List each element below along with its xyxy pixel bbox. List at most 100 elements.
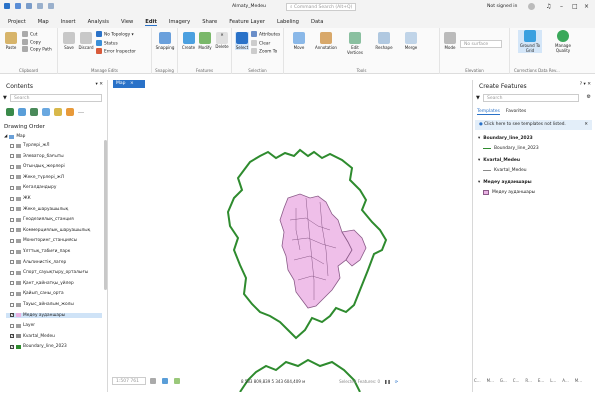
manage-quality-button[interactable]: Manage Quality — [550, 30, 576, 53]
move-tool[interactable]: Move — [290, 32, 308, 50]
modify-button[interactable]: Modify — [197, 32, 213, 50]
map-canvas[interactable] — [110, 80, 470, 393]
layer-visibility-checkbox[interactable] — [10, 185, 14, 190]
cut-button[interactable]: Cut — [22, 31, 52, 39]
topology-dropdown[interactable]: No Topology ▾ — [96, 31, 136, 40]
template-group-header[interactable]: ▾ Kvartal_Medeu — [478, 158, 520, 163]
copy-button[interactable]: Copy — [22, 38, 52, 47]
layer-visibility-checkbox[interactable] — [10, 164, 14, 169]
layer-visibility-checkbox[interactable] — [10, 196, 14, 201]
layer-item[interactable]: Геодезиялық_станция — [10, 217, 74, 222]
pause-icon[interactable]: ❚❚ — [384, 379, 391, 384]
editing-list-icon[interactable] — [42, 108, 50, 116]
command-search-input[interactable]: ⌕ Command Search (Alt+Q) — [286, 3, 356, 11]
error-inspector-button[interactable]: Error Inspector — [96, 48, 136, 57]
map-node[interactable]: ◢ Map — [4, 134, 25, 139]
scale-input[interactable]: 1:507 761 — [112, 377, 146, 385]
refresh-map-icon[interactable]: ⟳ — [395, 379, 398, 384]
collapse-icon[interactable]: ▾ — [478, 180, 480, 185]
delete-button[interactable]: ✕ Delete — [214, 32, 230, 49]
template-item[interactable]: Медеу ауданшары — [483, 190, 535, 195]
layer-visibility-checkbox[interactable] — [10, 207, 14, 212]
layer-visibility-checkbox[interactable]: ✓ — [10, 313, 14, 318]
side-pane-tab[interactable]: M... — [487, 378, 494, 383]
snapping-list-icon[interactable] — [54, 108, 62, 116]
maximize-icon[interactable]: □ — [572, 3, 578, 10]
info-banner[interactable]: ● Click here to see templates not listed… — [475, 120, 592, 130]
user-avatar-icon[interactable] — [528, 3, 535, 10]
side-pane-tab[interactable]: E... — [538, 378, 544, 383]
reshape-tool[interactable]: Reshape — [374, 32, 394, 50]
close-tab-icon[interactable]: × — [130, 81, 134, 86]
snapping-button[interactable]: Snapping — [155, 32, 175, 50]
copy-path-button[interactable]: Copy Path — [22, 46, 52, 54]
layer-item[interactable]: ✓ Kvartal_Medeu — [10, 334, 55, 339]
signin-status[interactable]: Not signed in — [487, 4, 517, 9]
side-pane-tab[interactable]: A... — [562, 378, 568, 383]
layer-visibility-checkbox[interactable] — [10, 260, 14, 265]
layer-item[interactable]: Көгалдандыру — [10, 185, 56, 190]
template-group-header[interactable]: ▾ Медеу ауданшары — [478, 180, 532, 185]
elevation-mode-button[interactable]: Mode — [443, 32, 457, 50]
ground-to-grid-button[interactable]: Ground To Grid — [518, 30, 542, 53]
tab-analysis[interactable]: Analysis — [88, 19, 109, 25]
more-icon[interactable]: … — [78, 108, 84, 116]
layer-item[interactable]: Тауыс_айналым_жолы — [10, 302, 74, 307]
layer-visibility-checkbox[interactable] — [10, 302, 14, 307]
labeling-list-icon[interactable] — [66, 108, 74, 116]
refresh-icon[interactable] — [174, 378, 180, 384]
selection-list-icon[interactable] — [30, 108, 38, 116]
layer-visibility-checkbox[interactable] — [10, 281, 14, 286]
attributes-button[interactable]: Attributes — [251, 31, 280, 40]
layer-item[interactable]: Түрлері_жЛ — [10, 143, 49, 148]
layer-visibility-checkbox[interactable] — [10, 154, 14, 159]
contents-scrollbar[interactable] — [104, 140, 107, 290]
drawing-order-icon[interactable] — [6, 108, 14, 116]
minimize-icon[interactable]: – — [560, 3, 563, 10]
zoom-to-button[interactable]: Zoom To — [251, 48, 280, 57]
layer-item[interactable]: Layer — [10, 323, 35, 328]
layer-item[interactable]: Қайып_саны_орта — [10, 291, 64, 296]
search-settings-icon[interactable]: ⚙ — [587, 94, 591, 100]
template-group-header[interactable]: ▾ Boundary_line_2023 — [478, 136, 533, 141]
layer-item[interactable]: Альпинистік_лагер — [10, 260, 66, 265]
collapse-icon[interactable]: ▾ — [478, 136, 480, 141]
grid-icon[interactable] — [150, 378, 156, 384]
status-button[interactable]: Status — [96, 39, 136, 49]
layer-visibility-checkbox[interactable] — [10, 238, 14, 243]
template-item[interactable]: Kvartal_Medeu — [483, 168, 527, 173]
tab-data[interactable]: Data — [311, 19, 323, 25]
layer-visibility-checkbox[interactable]: ✓ — [10, 334, 14, 339]
filter-icon[interactable]: ▼ — [3, 95, 7, 101]
create-pane-options-icon[interactable]: ? ▾ ✕ — [580, 82, 591, 87]
annotation-tool[interactable]: Annotation — [314, 32, 338, 50]
edit-vertices-tool[interactable]: Edit Vertices — [344, 32, 366, 55]
new-project-icon[interactable] — [15, 3, 21, 9]
layer-item[interactable]: Отындық_жерлері — [10, 164, 65, 169]
layer-item[interactable]: Коммерциялық_шаруашылық — [10, 228, 90, 233]
clear-button[interactable]: Clear — [251, 39, 280, 49]
templates-search-input[interactable]: Search — [483, 94, 579, 102]
layer-item[interactable]: Спорт_сауықтыру_орталығы — [10, 270, 88, 275]
layer-item[interactable]: Жеке_шаруашылық — [10, 207, 68, 212]
layer-visibility-checkbox[interactable] — [10, 217, 14, 222]
create-button[interactable]: Create — [181, 32, 196, 50]
tab-edit[interactable]: Edit — [145, 19, 157, 26]
layer-visibility-checkbox[interactable] — [10, 323, 14, 328]
tab-favorites[interactable]: Favorites — [506, 109, 526, 115]
surface-dropdown[interactable]: No surface — [460, 40, 502, 48]
dismiss-info-icon[interactable]: ✕ — [584, 120, 588, 130]
contents-search-input[interactable]: Search — [10, 94, 102, 102]
layer-visibility-checkbox[interactable] — [10, 291, 14, 296]
layer-visibility-checkbox[interactable] — [10, 175, 14, 180]
tab-labeling[interactable]: Labeling — [277, 19, 299, 25]
side-pane-tab[interactable]: R... — [525, 378, 531, 383]
save-edits-button[interactable]: Save — [62, 32, 76, 50]
layer-visibility-checkbox[interactable] — [10, 270, 14, 275]
template-item[interactable]: Boundary_line_2023 — [483, 146, 539, 151]
layer-item[interactable]: Қант_қайнатқы_үйлер — [10, 281, 74, 286]
side-pane-tab[interactable]: C... — [513, 378, 520, 383]
select-button[interactable]: Select — [235, 32, 249, 50]
layer-item[interactable]: ✓ Boundary_line_2023 — [10, 344, 67, 349]
layer-item[interactable]: Ұлттық_табиғи_парк — [10, 249, 70, 254]
